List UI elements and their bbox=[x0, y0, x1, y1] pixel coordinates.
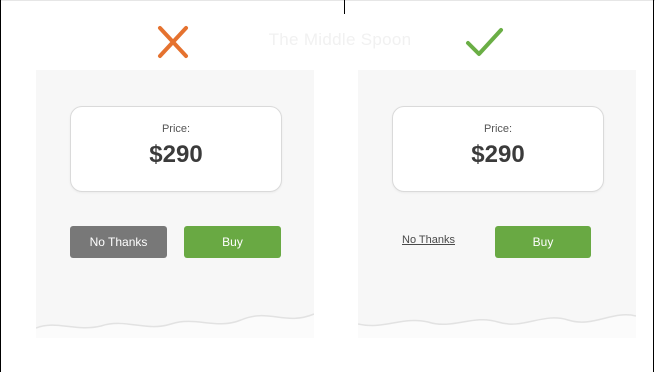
checkmark-icon bbox=[466, 28, 503, 56]
buy-button[interactable]: Buy bbox=[495, 226, 591, 258]
price-label: Price: bbox=[161, 123, 191, 135]
no-thanks-button[interactable]: No Thanks bbox=[70, 226, 167, 258]
bad-example-card: Price: $290 No Thanks Buy bbox=[36, 70, 314, 338]
left-border bbox=[0, 0, 1, 372]
price-box: Price: $290 bbox=[392, 106, 604, 192]
right-border bbox=[653, 0, 654, 372]
price-value: $290 bbox=[149, 141, 203, 168]
no-thanks-link[interactable]: No Thanks bbox=[402, 234, 455, 246]
x-icon bbox=[158, 26, 188, 58]
price-box: Price: $290 bbox=[70, 106, 282, 192]
buy-button[interactable]: Buy bbox=[184, 226, 281, 258]
price-value: $290 bbox=[471, 141, 525, 168]
top-border bbox=[0, 0, 655, 1]
price-label: Price: bbox=[483, 123, 513, 135]
good-example-card: Price: $290 No Thanks Buy bbox=[358, 70, 636, 338]
divider-tick bbox=[344, 0, 345, 14]
watermark-text: The Middle Spoon bbox=[268, 30, 412, 49]
